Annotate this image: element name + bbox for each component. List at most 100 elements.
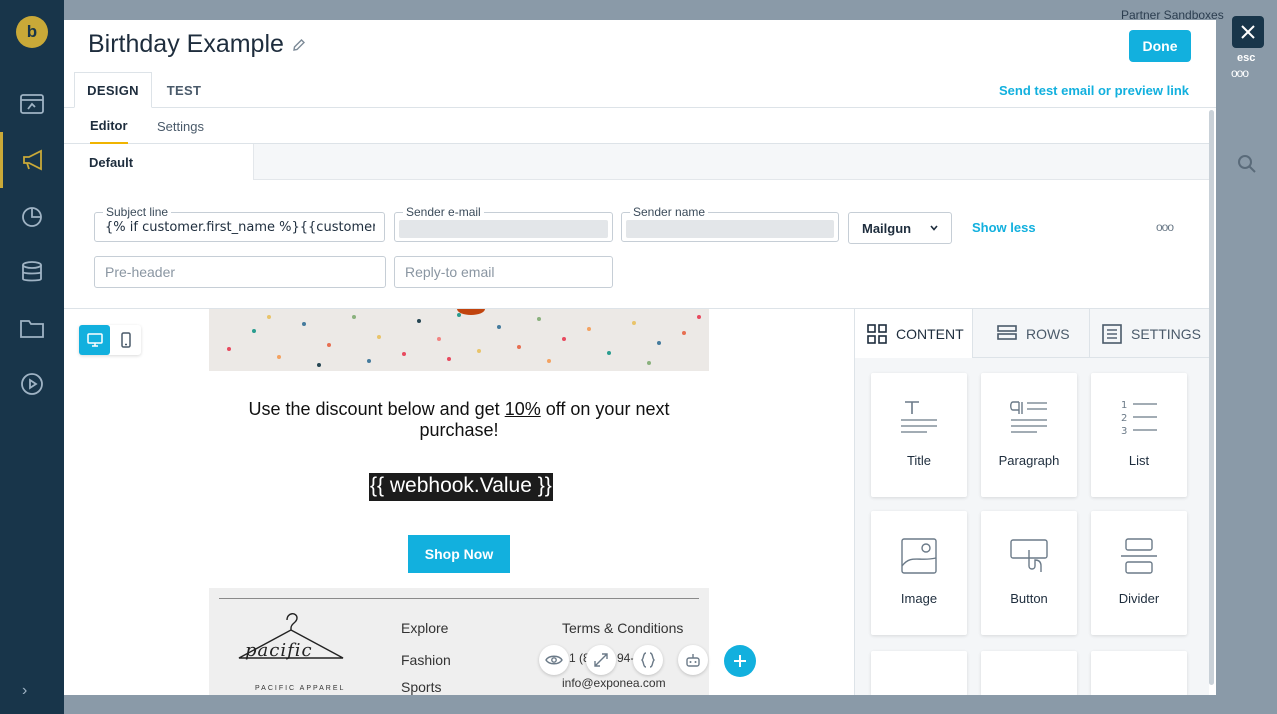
provider-value: Mailgun	[862, 220, 912, 236]
email-footer[interactable]: pacific PACIFIC APPAREL Explore Fashion …	[209, 588, 709, 695]
block-title-label: Title	[906, 453, 932, 468]
close-button[interactable]	[1232, 16, 1264, 48]
block-divider[interactable]: Divider	[1091, 511, 1187, 635]
edit-pencil-icon[interactable]	[292, 38, 306, 52]
tab-design[interactable]: DESIGN	[74, 72, 152, 108]
tab-rows-label: ROWS	[1026, 325, 1070, 342]
block-image[interactable]: Image	[871, 511, 967, 635]
footer-terms-heading[interactable]: Terms & Conditions	[562, 620, 683, 636]
analytics-pie-icon[interactable]	[0, 188, 64, 244]
block-button-label: Button	[1010, 591, 1048, 606]
desktop-icon	[86, 333, 103, 347]
close-icon	[1241, 25, 1255, 39]
esc-hint: esc	[1237, 52, 1256, 64]
block-more-2[interactable]	[981, 651, 1077, 695]
preview-eye-button[interactable]	[539, 645, 569, 675]
expand-icon	[594, 653, 608, 667]
tab-settings[interactable]: Settings	[157, 108, 204, 144]
expand-chevron-icon[interactable]: ›	[22, 682, 27, 700]
sub-tabs: Editor Settings	[64, 108, 1209, 144]
svg-text:1: 1	[1121, 400, 1127, 411]
more-dots-icon[interactable]: ooo	[1231, 66, 1249, 80]
block-more-3[interactable]	[1091, 651, 1187, 695]
sender-name-label: Sender name	[630, 205, 709, 219]
promo-text[interactable]: Use the discount below and get 10% off o…	[209, 399, 709, 441]
block-list[interactable]: 1 2 3 List	[1091, 373, 1187, 497]
grid-icon	[867, 323, 887, 344]
block-more-1[interactable]	[871, 651, 967, 695]
footer-divider	[219, 598, 699, 599]
shop-now-button[interactable]: Shop Now	[408, 535, 510, 573]
plus-icon	[734, 655, 746, 667]
code-braces-button[interactable]	[633, 645, 663, 675]
mobile-view-button[interactable]	[110, 325, 141, 355]
block-button[interactable]: Button	[981, 511, 1077, 635]
more-options-icon[interactable]: ooo	[1156, 220, 1174, 234]
reply-to-placeholder: Reply-to email	[405, 264, 495, 280]
tab-editor[interactable]: Editor	[90, 108, 128, 144]
sender-email-redacted	[399, 220, 608, 238]
brand-logo[interactable]: b	[16, 16, 48, 48]
tab-test[interactable]: TEST	[154, 72, 214, 108]
title-icon	[901, 401, 937, 433]
background-overlay	[1216, 0, 1277, 714]
promo-text-before: Use the discount below and get	[248, 399, 505, 419]
email-canvas[interactable]: Use the discount below and get 10% off o…	[209, 309, 709, 695]
subject-line-field[interactable]: Subject line {% if customer.first_name %…	[94, 205, 385, 242]
braces-icon	[641, 652, 655, 668]
dashboard-nav-icon[interactable]	[0, 76, 64, 132]
footer-link-fashion[interactable]: Fashion	[401, 652, 451, 668]
list-icon: 1 2 3	[1121, 400, 1157, 437]
tab-settings-panel[interactable]: SETTINGS	[1090, 309, 1210, 358]
tab-rows[interactable]: ROWS	[973, 309, 1090, 358]
footer-link-sports[interactable]: Sports	[401, 679, 441, 695]
eye-icon	[545, 655, 563, 665]
tab-content-label: CONTENT	[896, 325, 964, 342]
sender-email-field[interactable]: Sender e-mail	[394, 205, 613, 242]
brand-sub: PACIFIC APPAREL	[255, 685, 346, 692]
sender-name-field[interactable]: Sender name	[621, 205, 839, 242]
block-paragraph-label: Paragraph	[998, 453, 1060, 468]
modal-scrollbar[interactable]	[1209, 110, 1214, 685]
reply-to-field[interactable]: Reply-to email	[394, 256, 613, 288]
confetti-image[interactable]	[209, 309, 709, 371]
assistant-robot-button[interactable]	[678, 645, 708, 675]
divider-icon	[1121, 538, 1157, 574]
show-less-link[interactable]: Show less	[972, 220, 1036, 235]
add-block-button[interactable]	[724, 645, 756, 677]
search-icon[interactable]	[1237, 154, 1257, 179]
editor-area: Use the discount below and get 10% off o…	[64, 308, 1210, 695]
app-sidebar: b ›	[0, 0, 64, 714]
assets-folder-icon[interactable]	[0, 300, 64, 356]
brand-script: pacific	[245, 640, 313, 661]
svg-text:2: 2	[1121, 413, 1127, 424]
done-button[interactable]: Done	[1129, 30, 1191, 62]
playback-play-icon[interactable]	[0, 356, 64, 412]
data-database-icon[interactable]	[0, 244, 64, 300]
variant-default-tab[interactable]: Default	[64, 144, 254, 180]
page-title: Birthday Example	[88, 30, 284, 58]
block-list-label: List	[1128, 453, 1150, 468]
sender-name-redacted	[626, 220, 834, 238]
footer-explore-heading: Explore	[401, 620, 449, 636]
webhook-placeholder[interactable]: {{ webhook.Value }}	[369, 473, 553, 501]
promo-discount: 10%	[504, 399, 541, 419]
chevron-down-icon	[930, 225, 938, 231]
button-icon	[1010, 539, 1048, 572]
rows-icon	[997, 324, 1017, 340]
block-paragraph[interactable]: Paragraph	[981, 373, 1077, 497]
fullscreen-button[interactable]	[586, 645, 616, 675]
email-editor-modal: Birthday Example Done DESIGN TEST Send t…	[64, 20, 1216, 695]
send-test-email-link[interactable]: Send test email or preview link	[999, 83, 1189, 98]
campaigns-megaphone-icon[interactable]	[0, 132, 64, 188]
preheader-field[interactable]: Pre-header	[94, 256, 386, 288]
block-divider-label: Divider	[1118, 591, 1160, 606]
tab-content[interactable]: CONTENT	[855, 309, 973, 358]
subject-line-label: Subject line	[103, 205, 172, 219]
block-title[interactable]: Title	[871, 373, 967, 497]
desktop-view-button[interactable]	[79, 325, 110, 355]
provider-select[interactable]: Mailgun	[848, 212, 952, 244]
content-panel: CONTENT ROWS SETTINGS Title Paragraph 1 …	[854, 309, 1210, 695]
subject-line-value: {% if customer.first_name %}{{customer.f	[105, 220, 375, 235]
footer-phone-end: 94-	[617, 651, 635, 665]
